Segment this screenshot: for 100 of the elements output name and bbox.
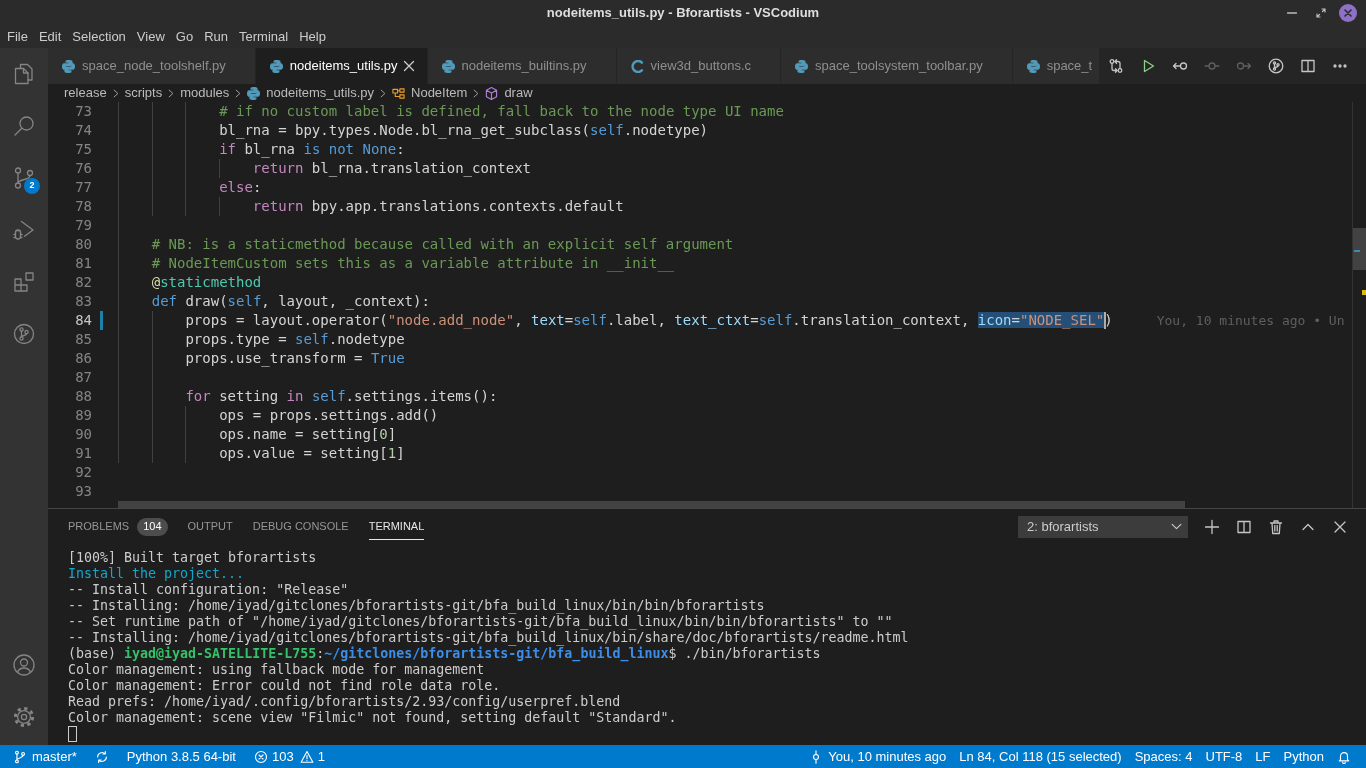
- scrollbar-thumb[interactable]: [1353, 228, 1366, 270]
- python-file-icon: [1026, 59, 1040, 73]
- line-number: 92: [75, 464, 92, 480]
- line-number: 83: [75, 293, 92, 309]
- line-number: 86: [75, 350, 92, 366]
- close-button[interactable]: [1339, 3, 1357, 22]
- close-icon: [1344, 8, 1352, 17]
- indentation-status[interactable]: Spaces: 4: [1129, 746, 1198, 767]
- editor-tab[interactable]: space_node_toolshelf.py: [48, 48, 256, 84]
- line-number: 78: [75, 198, 92, 214]
- blame-annotation: You, 10 minutes ago • Un: [1156, 313, 1345, 328]
- plus-icon[interactable]: [1204, 518, 1220, 535]
- editor-tab[interactable]: nodeitems_builtins.py: [427, 48, 617, 84]
- menu-item[interactable]: Help: [293, 26, 332, 47]
- encoding-status[interactable]: UTF-8: [1200, 746, 1248, 767]
- source-control-icon[interactable]: [12, 166, 36, 190]
- panel-tab[interactable]: DEBUG CONSOLE: [252, 514, 349, 540]
- minimize-icon[interactable]: [1287, 11, 1297, 14]
- overview-ruler-marker: [1362, 290, 1366, 295]
- split-icon[interactable]: [1236, 518, 1252, 535]
- code-line: # NodeItemCustom sets this as a variable attribute in __init__: [151, 255, 675, 271]
- editor-tab[interactable]: space_toolsystem_toolbar.py: [781, 48, 1013, 84]
- run-debug-icon[interactable]: [12, 218, 36, 242]
- warning-icon[interactable]: [299, 749, 314, 764]
- cursor-position-status[interactable]: Ln 84, Col 118 (15 selected): [954, 746, 1127, 767]
- panel-tab[interactable]: TERMINAL: [368, 514, 425, 540]
- python-file-icon: [269, 59, 283, 73]
- line-number: 87: [75, 369, 92, 385]
- search-icon[interactable]: [12, 114, 36, 138]
- menu-item[interactable]: View: [131, 26, 171, 47]
- blame-status[interactable]: You, 10 minutes ago: [804, 746, 952, 767]
- sync-icon[interactable]: [94, 749, 109, 764]
- menu-item[interactable]: Edit: [33, 26, 67, 47]
- line-number: 91: [75, 445, 92, 461]
- terminal-line: Color management: Error could not find role data role.: [68, 678, 501, 694]
- code-line: for setting in self.settings.items():: [185, 388, 498, 404]
- settings-icon[interactable]: [12, 705, 36, 729]
- warning-count[interactable]: 1: [317, 746, 325, 767]
- account-icon[interactable]: [12, 653, 36, 677]
- branch-circle-icon[interactable]: [1268, 58, 1284, 74]
- code-line: if bl_rna is not None:: [219, 141, 405, 157]
- line-number: 74: [75, 122, 92, 138]
- files-icon[interactable]: [12, 62, 36, 86]
- line-number: 82: [75, 274, 92, 290]
- count-badge: 2: [24, 178, 40, 194]
- breadcrumb-item[interactable]: release: [64, 83, 107, 103]
- class-symbol-icon: [392, 86, 405, 100]
- line-ending-status[interactable]: LF: [1250, 746, 1276, 767]
- close-icon[interactable]: [402, 60, 415, 72]
- editor-tab[interactable]: nodeitems_utils.py: [255, 48, 428, 84]
- menu-item[interactable]: Go: [170, 26, 199, 47]
- code-line: ops.value = setting[1]: [219, 445, 405, 461]
- overview-ruler-marker: [1354, 250, 1360, 252]
- split-editor-icon[interactable]: [1300, 58, 1316, 74]
- editor-tab[interactable]: space_t: [1012, 48, 1100, 84]
- restore-icon[interactable]: [1316, 7, 1326, 18]
- code-line: props = layout.operator("node.add_node", text=self.label, text_ctxt=self.translation_context, icon="NODE_SEL"): [185, 312, 1113, 328]
- error-icon[interactable]: [253, 749, 268, 764]
- menu-item[interactable]: Run: [198, 26, 234, 47]
- menu-item[interactable]: File: [1, 26, 34, 47]
- scrollbar-thumb[interactable]: [118, 501, 1185, 508]
- terminal-line: -- Installing: /home/iyad/gitclones/bforartists-git/bfa_build_linux/bin/bin/bforartists: [68, 598, 765, 614]
- editor-tab[interactable]: view3d_buttons.c: [616, 48, 781, 84]
- python-file-icon: [795, 59, 808, 73]
- code-line: # if no custom label is defined, fall back to the node type UI name: [219, 103, 784, 119]
- breadcrumb-item[interactable]: draw: [485, 83, 533, 103]
- chevron-down-icon: [1171, 523, 1182, 530]
- terminal-dropdown[interactable]: 2: bforartists: [1018, 515, 1188, 538]
- code-line: @staticmethod: [151, 274, 262, 290]
- breadcrumb-item[interactable]: modules: [180, 83, 230, 103]
- python-interpreter-status[interactable]: Python 3.8.5 64-bit: [121, 746, 241, 767]
- line-number: 89: [75, 407, 92, 423]
- extensions-icon[interactable]: [12, 270, 36, 294]
- menu-item[interactable]: Selection: [66, 26, 132, 47]
- terminal-line: -- Install configuration: "Release": [68, 582, 349, 598]
- breadcrumb-item[interactable]: scripts: [124, 83, 163, 103]
- terminal-line: (base) iyad@iyad-SATELLITE-L755:~/gitclones/bforartists-git/bfa_build_linux$ ./bin/bforartists: [68, 646, 821, 662]
- code-line: else:: [219, 179, 262, 195]
- panel-tab[interactable]: PROBLEMS 104: [68, 514, 168, 540]
- count-badge: 104: [137, 517, 168, 536]
- breadcrumb-item[interactable]: nodeitems_utils.py: [247, 83, 374, 103]
- terminal-line: Color management: scene view "Filmic" not found, setting default "Standard".: [68, 710, 677, 726]
- panel-tab[interactable]: OUTPUT: [187, 514, 233, 540]
- trash-icon[interactable]: [1268, 518, 1284, 535]
- terminal-line: -- Set runtime path of "/home/iyad/gitclones/bforartists-git/bfa_build_linux/bin/bin/bforartists" to "": [68, 614, 893, 630]
- code-line: # NB: is a staticmethod because called with an explicit self argument: [151, 236, 734, 252]
- bell-icon[interactable]: [1337, 749, 1351, 764]
- language-status[interactable]: Python: [1278, 746, 1329, 767]
- error-count[interactable]: 103: [271, 746, 294, 767]
- terminal-line: Color management: using fallback mode for management: [68, 662, 485, 678]
- chevron-right-icon: [168, 88, 175, 98]
- breadcrumb-item[interactable]: NodeItem: [392, 83, 468, 103]
- line-number: 85: [75, 331, 92, 347]
- git-branch-status[interactable]: master*: [8, 746, 82, 767]
- compare-changes-icon[interactable]: [1108, 58, 1124, 74]
- line-number: 88: [75, 388, 92, 404]
- code-line: props.type = self.nodetype: [185, 331, 405, 347]
- chevron-right-icon: [112, 88, 119, 98]
- chevron-right-icon: [380, 88, 386, 98]
- menu-item[interactable]: Terminal: [233, 26, 294, 47]
